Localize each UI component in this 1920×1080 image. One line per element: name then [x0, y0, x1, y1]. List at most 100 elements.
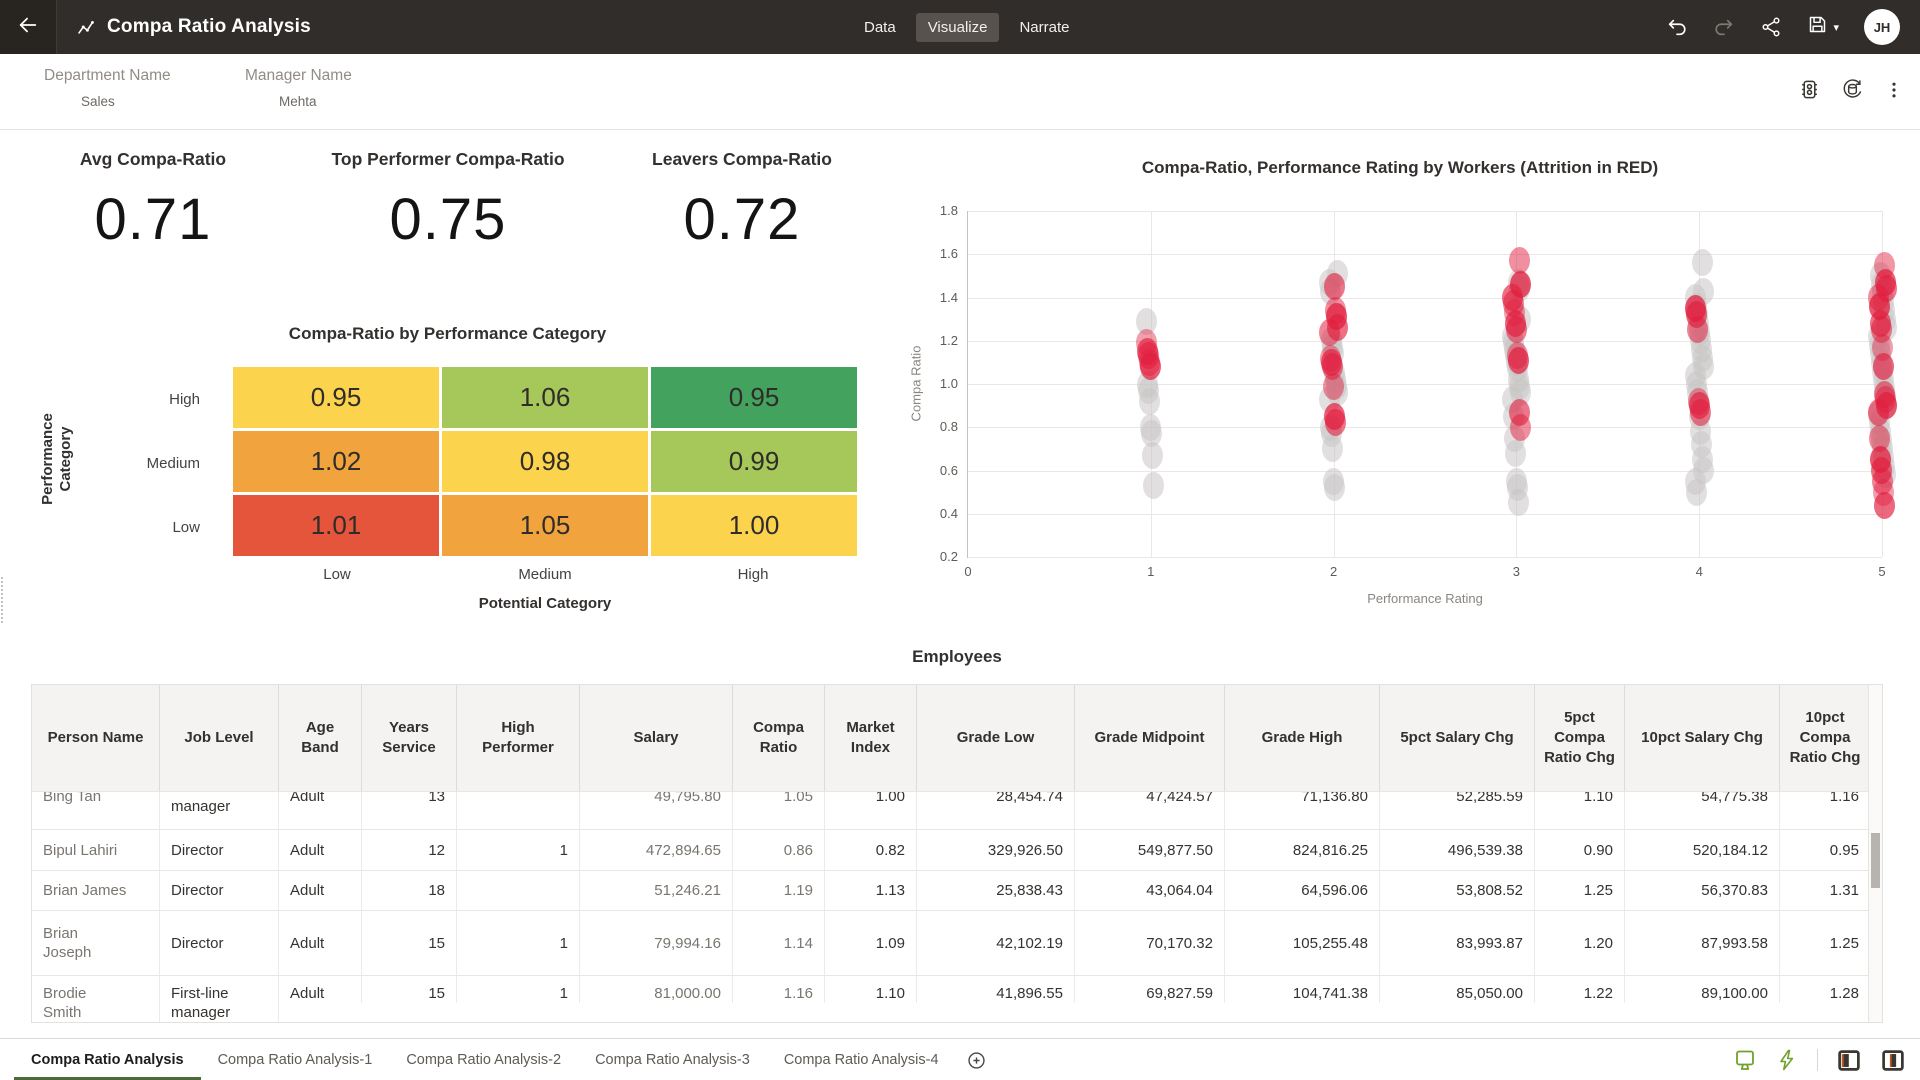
table-cell[interactable]: 42,102.19 [917, 911, 1075, 975]
table-cell[interactable]: 472,894.65 [580, 830, 733, 870]
split-panel-layout-icon[interactable] [1880, 1048, 1906, 1073]
table-cell[interactable]: 1.00 [825, 792, 917, 829]
scatter-point[interactable] [1139, 388, 1160, 415]
column-header-market-index[interactable]: Market Index [825, 685, 917, 791]
table-cell[interactable]: 15 [362, 976, 457, 1003]
canvas-splitter-handle[interactable] [1, 577, 6, 623]
table-cell[interactable]: Adult [279, 871, 362, 910]
table-cell[interactable]: 104,741.38 [1225, 976, 1380, 1003]
table-cell[interactable]: 51,246.21 [580, 871, 733, 910]
table-cell[interactable]: 25,838.43 [917, 871, 1075, 910]
scatter-point[interactable] [1322, 435, 1343, 462]
left-panel-layout-icon[interactable] [1836, 1048, 1862, 1073]
table-cell[interactable]: 1 [457, 911, 580, 975]
traffic-light-icon[interactable] [1798, 78, 1821, 101]
table-cell[interactable]: 85,050.00 [1380, 976, 1535, 1003]
column-header-age-band[interactable]: Age Band [279, 685, 362, 791]
tab-visualize[interactable]: Visualize [916, 13, 1000, 42]
column-header-grade-high[interactable]: Grade High [1225, 685, 1380, 791]
table-row[interactable]: Brian JosephDirectorAdult15179,994.161.1… [32, 910, 1882, 975]
scatter-point-attrition[interactable] [1508, 347, 1529, 374]
table-cell[interactable]: Director [160, 911, 279, 975]
scatter-point[interactable] [1686, 479, 1707, 506]
kpi-leavers-compa-ratio[interactable]: Leavers Compa-Ratio 0.72 [622, 129, 862, 253]
scatter-point-attrition[interactable] [1323, 373, 1344, 400]
table-cell[interactable]: 824,816.25 [1225, 830, 1380, 870]
table-cell[interactable] [457, 871, 580, 910]
column-header-compa-ratio[interactable]: Compa Ratio [733, 685, 825, 791]
table-cell[interactable]: 12 [362, 830, 457, 870]
table-cell[interactable]: 1.31 [1780, 871, 1871, 910]
table-cell[interactable]: 79,994.16 [580, 911, 733, 975]
table-cell[interactable]: Adult [279, 976, 362, 1003]
table-cell[interactable]: 549,877.50 [1075, 830, 1225, 870]
undo-icon[interactable] [1666, 16, 1688, 38]
table-cell[interactable]: 1.10 [825, 976, 917, 1003]
table-cell[interactable]: First-line manager [160, 792, 279, 829]
scatter-point[interactable] [1505, 440, 1526, 467]
table-cell[interactable]: Bing Tan [32, 792, 160, 829]
table-scrollbar[interactable] [1868, 685, 1882, 1022]
table-cell[interactable]: 1.20 [1535, 911, 1625, 975]
heatmap-cell-low-high[interactable]: 1.00 [651, 495, 857, 556]
table-cell[interactable]: 56,370.83 [1625, 871, 1780, 910]
table-row[interactable]: Brodie SmithFirst-line managerAdult15181… [32, 975, 1882, 1022]
table-cell[interactable]: 329,926.50 [917, 830, 1075, 870]
table-cell[interactable]: 0.82 [825, 830, 917, 870]
add-canvas-button[interactable] [966, 1039, 987, 1080]
scatter-point[interactable] [1324, 474, 1345, 501]
column-header-grade-midpoint[interactable]: Grade Midpoint [1075, 685, 1225, 791]
table-cell[interactable]: 52,285.59 [1380, 792, 1535, 829]
column-header-salary[interactable]: Salary [580, 685, 733, 791]
column-header-5pct-salary-chg[interactable]: 5pct Salary Chg [1380, 685, 1535, 791]
table-cell[interactable]: 1.19 [733, 871, 825, 910]
save-button[interactable]: ▾ [1807, 14, 1839, 40]
heatmap-cell-high-high[interactable]: 0.95 [651, 367, 857, 428]
scatter-point-attrition[interactable] [1140, 353, 1161, 380]
table-cell[interactable]: 18 [362, 871, 457, 910]
filter-manager-name[interactable]: Manager Name Mehta [245, 67, 352, 109]
table-cell[interactable]: 0.90 [1535, 830, 1625, 870]
kpi-top-performer-compa-ratio[interactable]: Top Performer Compa-Ratio 0.75 [328, 129, 568, 253]
scatter-point-attrition[interactable] [1873, 353, 1894, 380]
column-header-10pct-compa-ratio-chg[interactable]: 10pct Compa Ratio Chg [1780, 685, 1871, 791]
column-header-person-name[interactable]: Person Name [32, 685, 160, 791]
heatmap-cell-high-low[interactable]: 0.95 [233, 367, 439, 428]
table-cell[interactable] [457, 792, 580, 829]
table-cell[interactable]: 83,993.87 [1380, 911, 1535, 975]
table-cell[interactable]: 105,255.48 [1225, 911, 1380, 975]
scatter-point-attrition[interactable] [1874, 492, 1895, 519]
column-header-5pct-compa-ratio-chg[interactable]: 5pct Compa Ratio Chg [1535, 685, 1625, 791]
user-avatar[interactable]: JH [1864, 9, 1900, 45]
table-row[interactable]: Bing TanFirst-line managerAdult1349,795.… [32, 791, 1882, 829]
table-cell[interactable]: 69,827.59 [1075, 976, 1225, 1003]
table-cell[interactable]: 1.13 [825, 871, 917, 910]
column-header-years-service[interactable]: Years Service [362, 685, 457, 791]
heatmap-cell-medium-medium[interactable]: 0.98 [442, 431, 648, 492]
table-row[interactable]: Brian JamesDirectorAdult1851,246.211.191… [32, 870, 1882, 910]
table-cell[interactable]: 496,539.38 [1380, 830, 1535, 870]
table-cell[interactable]: 53,808.52 [1380, 871, 1535, 910]
table-cell[interactable]: 43,064.04 [1075, 871, 1225, 910]
table-cell[interactable]: 0.86 [733, 830, 825, 870]
scatter-point[interactable] [1143, 472, 1164, 499]
canvas-tab-1[interactable]: Compa Ratio Analysis-1 [201, 1039, 390, 1080]
heatmap-cell-medium-low[interactable]: 1.02 [233, 431, 439, 492]
table-cell[interactable]: 1.28 [1780, 976, 1871, 1003]
column-header-10pct-salary-chg[interactable]: 10pct Salary Chg [1625, 685, 1780, 791]
table-cell[interactable]: 1.10 [1535, 792, 1625, 829]
table-cell[interactable]: 70,170.32 [1075, 911, 1225, 975]
column-header-job-level[interactable]: Job Level [160, 685, 279, 791]
table-cell[interactable]: Brodie Smith [32, 976, 160, 1022]
redo-icon[interactable] [1713, 16, 1735, 38]
heatmap-cell-low-medium[interactable]: 1.05 [442, 495, 648, 556]
table-cell[interactable]: 1 [457, 830, 580, 870]
table-cell[interactable]: Adult [279, 830, 362, 870]
table-cell[interactable]: 1.14 [733, 911, 825, 975]
scatter-plot-area[interactable]: Performance Rating 1.81.61.41.21.00.80.6… [967, 211, 1882, 558]
present-mode-icon[interactable] [1733, 1048, 1757, 1072]
table-cell[interactable]: Adult [279, 911, 362, 975]
table-cell[interactable]: 13 [362, 792, 457, 829]
scatter-point-attrition[interactable] [1510, 414, 1531, 441]
auto-insights-lightning-icon[interactable] [1775, 1048, 1799, 1072]
